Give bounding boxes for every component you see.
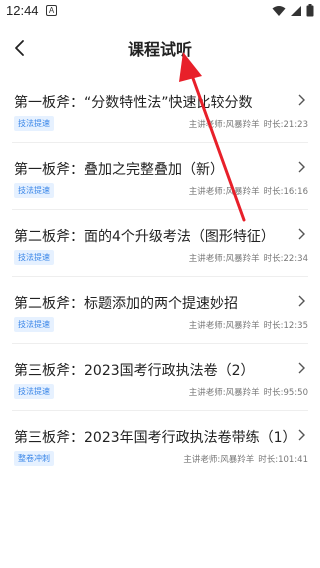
course-item[interactable]: 第三板斧：2023年国考行政执法卷带练（1） 整卷冲刺 主讲老师:风暴羚羊 时长:…: [12, 411, 308, 478]
status-bar: 12:44 A: [0, 0, 320, 24]
course-teacher: 主讲老师:风暴羚羊: [188, 388, 260, 398]
course-title: 第三板斧：2023国考行政执法卷（2）: [14, 363, 255, 379]
course-tag: 技法提速: [14, 183, 54, 198]
chevron-right-icon: [298, 228, 305, 240]
course-meta: 主讲老师:风暴羚羊 时长:101:41: [183, 453, 308, 465]
course-meta: 主讲老师:风暴羚羊 时长:95:50: [189, 386, 308, 398]
course-duration: 时长:95:50: [263, 388, 308, 398]
page-title: 课程试听: [127, 40, 192, 59]
course-tag: 整卷冲刺: [14, 451, 54, 466]
course-meta: 主讲老师:风暴羚羊 时长:12:35: [189, 319, 308, 331]
course-teacher: 主讲老师:风暴羚羊: [188, 321, 260, 331]
course-duration: 时长:16:16: [263, 187, 308, 197]
course-duration: 时长:22:34: [263, 254, 308, 264]
course-teacher: 主讲老师:风暴羚羊: [183, 455, 255, 465]
course-tag: 技法提速: [14, 250, 54, 265]
course-item[interactable]: 第一板斧：“分数特性法”快速比较分数 技法提速 主讲老师:风暴羚羊 时长:21:2…: [12, 76, 308, 143]
course-duration: 时长:12:35: [263, 321, 308, 331]
battery-icon: [306, 4, 314, 17]
course-title: 第一板斧：叠加之完整叠加（新）: [14, 162, 224, 178]
course-title: 第一板斧：“分数特性法”快速比较分数: [14, 95, 253, 111]
course-title: 第三板斧：2023年国考行政执法卷带练（1）: [14, 430, 297, 446]
course-item[interactable]: 第二板斧：面的4个升级考法（图形特征） 技法提速 主讲老师:风暴羚羊 时长:22:…: [12, 210, 308, 277]
course-meta: 主讲老师:风暴羚羊 时长:16:16: [189, 185, 308, 197]
course-item[interactable]: 第一板斧：叠加之完整叠加（新） 技法提速 主讲老师:风暴羚羊 时长:16:16: [12, 143, 308, 210]
course-item[interactable]: 第二板斧：标题添加的两个提速妙招 技法提速 主讲老师:风暴羚羊 时长:12:35: [12, 277, 308, 344]
course-item[interactable]: 第三板斧：2023国考行政执法卷（2） 技法提速 主讲老师:风暴羚羊 时长:95:…: [12, 344, 308, 411]
course-meta: 主讲老师:风暴羚羊 时长:21:23: [189, 118, 308, 130]
course-teacher: 主讲老师:风暴羚羊: [188, 254, 260, 264]
chevron-right-icon: [298, 161, 305, 173]
header: 课程试听: [0, 24, 320, 72]
course-teacher: 主讲老师:风暴羚羊: [188, 187, 260, 197]
course-title: 第二板斧：面的4个升级考法（图形特征）: [14, 229, 275, 245]
status-time: 12:44: [6, 3, 39, 18]
chevron-right-icon: [298, 362, 305, 374]
status-icons: [272, 4, 314, 17]
course-duration: 时长:21:23: [263, 120, 308, 130]
course-tag: 技法提速: [14, 384, 54, 399]
course-tag: 技法提速: [14, 116, 54, 131]
notification-icon: A: [46, 5, 57, 16]
chevron-right-icon: [298, 295, 305, 307]
wifi-icon: [272, 5, 286, 16]
course-tag: 技法提速: [14, 317, 54, 332]
course-title: 第二板斧：标题添加的两个提速妙招: [14, 296, 238, 312]
chevron-right-icon: [298, 94, 305, 106]
chevron-right-icon: [298, 429, 305, 441]
signal-icon: [291, 5, 301, 16]
course-duration: 时长:101:41: [258, 455, 308, 465]
course-meta: 主讲老师:风暴羚羊 时长:22:34: [189, 252, 308, 264]
course-list: 第一板斧：“分数特性法”快速比较分数 技法提速 主讲老师:风暴羚羊 时长:21:2…: [0, 76, 320, 478]
course-teacher: 主讲老师:风暴羚羊: [188, 120, 260, 130]
